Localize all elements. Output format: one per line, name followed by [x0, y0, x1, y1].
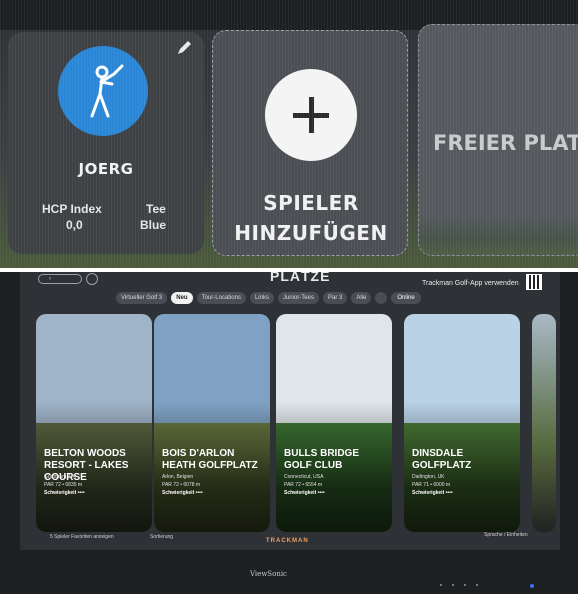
player-name: JOERG: [78, 160, 134, 178]
course-stats: PAR 71 • 6000 m: [412, 482, 451, 488]
course-stats: PAR 72 • 6554 m: [284, 482, 323, 488]
plus-icon: [265, 69, 357, 161]
favorites-toggle[interactable]: 5 Spieler Favoriten anzeigen: [50, 534, 114, 540]
add-player-label-line2: HINZUFÜGEN: [234, 221, 388, 245]
filter-chip[interactable]: Par 3: [322, 292, 348, 304]
app-hint[interactable]: Trackman Golf-App verwenden: [422, 280, 519, 287]
course-card[interactable]: Dinsdale Golfplatz Darlington, UK PAR 71 •…: [404, 314, 520, 532]
course-image-shade: [404, 314, 520, 532]
free-slot[interactable]: FREIER PLATZ: [418, 24, 578, 256]
course-name: Bois d'Arlon Heath Golfplatz: [162, 448, 258, 471]
qr-code-icon: [526, 274, 542, 290]
course-name: Dinsdale Golfplatz: [412, 448, 472, 471]
filter-chip[interactable]: Links: [249, 292, 274, 304]
sort-button[interactable]: Sortierung: [150, 534, 173, 540]
player-avatar: [58, 46, 148, 136]
course-browser-screen: ‹ PLÄTZE Trackman Golf-App verwenden Vir…: [20, 272, 560, 550]
tee-value: Blue: [140, 218, 167, 232]
course-location: Arlon, Belgien: [162, 474, 194, 480]
edit-pencil-icon[interactable]: [176, 40, 192, 56]
player-card[interactable]: JOERG HCP Index 0,0 Tee Blue: [8, 32, 204, 254]
home-icon[interactable]: [86, 273, 98, 285]
course-stats: PAR 72 • 6078 m: [162, 482, 201, 488]
course-card-partial[interactable]: [532, 314, 556, 532]
course-difficulty: Schwierigkeit ••••: [44, 490, 85, 496]
online-toggle[interactable]: Online: [391, 292, 421, 304]
course-location: Grantham, UK: [44, 474, 76, 480]
tee-label: Tee: [146, 202, 166, 216]
monitor-brand: ViewSonic: [250, 570, 287, 578]
course-location: Darlington, UK: [412, 474, 445, 480]
course-image-shade: [154, 314, 270, 532]
background-trees: [419, 215, 578, 255]
add-player-button[interactable]: SPIELER HINZUFÜGEN: [212, 30, 408, 256]
filter-chip[interactable]: Alle: [351, 292, 372, 304]
back-button[interactable]: ‹: [38, 274, 82, 284]
filter-chip[interactable]: Neu: [171, 292, 193, 304]
course-difficulty: Schwierigkeit ••••: [284, 490, 325, 496]
language-units-button[interactable]: Sprache / Einheiten: [484, 532, 528, 538]
course-card[interactable]: Belton Woods Resort - Lakes Course Granth…: [36, 314, 152, 532]
course-location: Connecticut, USA: [284, 474, 324, 480]
course-difficulty: Schwierigkeit ••••: [412, 490, 453, 496]
composite-screenshot: JOERG HCP Index 0,0 Tee Blue SPIELER HIN…: [0, 0, 578, 594]
filter-chip[interactable]: Tour-Locations: [196, 292, 246, 304]
golfer-icon: [90, 64, 124, 118]
course-image-shade: [36, 314, 152, 532]
monitor-buttons: [440, 584, 478, 586]
course-difficulty: Schwierigkeit ••••: [162, 490, 203, 496]
search-icon[interactable]: [375, 292, 388, 304]
hcp-label: HCP Index: [42, 202, 102, 216]
player-select-screen: JOERG HCP Index 0,0 Tee Blue SPIELER HIN…: [0, 0, 578, 268]
course-name: Bulls Bridge Golf Club: [284, 448, 359, 471]
hcp-value: 0,0: [66, 218, 83, 232]
course-card[interactable]: Bois d'Arlon Heath Golfplatz Arlon, Belgi…: [154, 314, 270, 532]
page-title: PLÄTZE: [270, 272, 331, 284]
power-led-icon: [530, 584, 534, 588]
trackman-logo: TRACKMAN: [266, 538, 309, 544]
back-label: ‹: [49, 276, 51, 282]
add-player-label-line1: SPIELER: [263, 191, 359, 215]
course-image-shade: [276, 314, 392, 532]
filter-bar: Virtueller Golf 3 Neu Tour-Locations Links J…: [116, 292, 421, 304]
course-stats: PAR 72 • 6835 m: [44, 482, 83, 488]
filter-chip[interactable]: Virtueller Golf 3: [116, 292, 168, 304]
filter-chip[interactable]: Junior-Tees: [277, 292, 319, 304]
monitor-photo: ‹ PLÄTZE Trackman Golf-App verwenden Vir…: [0, 272, 578, 594]
course-card[interactable]: Bulls Bridge Golf Club Connecticut, USA PA…: [276, 314, 392, 532]
free-slot-label: FREIER PLATZ: [433, 131, 578, 155]
